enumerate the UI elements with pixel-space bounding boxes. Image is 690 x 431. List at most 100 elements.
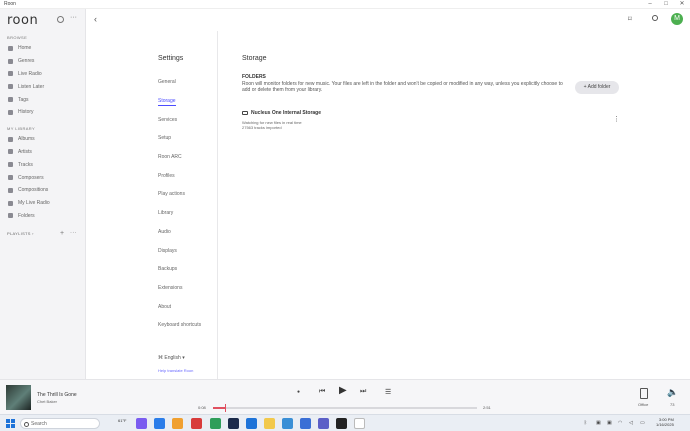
settings-title: Settings [158, 55, 184, 62]
roon-logo[interactable]: roon [7, 13, 38, 28]
kebab-menu-icon[interactable]: ⋮ [613, 115, 620, 123]
roon-app-icon[interactable] [354, 418, 365, 429]
playlists-label: PLAYLISTS › [7, 230, 34, 236]
sidebar-item-compositions[interactable]: Compositions [0, 184, 85, 197]
wifi-icon[interactable]: ◠ [618, 420, 622, 426]
taskbar-search[interactable]: Search [20, 418, 100, 429]
settings-item-general[interactable]: General [158, 79, 176, 85]
avatar[interactable]: M [671, 13, 683, 25]
app-icon[interactable] [154, 418, 165, 429]
app-icon[interactable] [228, 418, 239, 429]
zone-name[interactable]: Office [638, 402, 648, 407]
album-art[interactable] [6, 385, 31, 410]
settings-item-displays[interactable]: Displays [158, 248, 177, 254]
bluetooth-icon[interactable]: ᛒ [584, 420, 587, 426]
app-icon[interactable] [246, 418, 257, 429]
page-title: Storage [242, 55, 267, 62]
settings-item-roon-arc[interactable]: Roon ARC [158, 154, 182, 160]
seek-handle[interactable] [225, 404, 227, 412]
storage-location[interactable]: Nucleus One Internal Storage [242, 110, 321, 116]
sidebar-item-home[interactable]: Home [0, 42, 85, 55]
settings-item-audio[interactable]: Audio [158, 229, 171, 235]
settings-item-keyboard-shortcuts[interactable]: Keyboard shortcuts [158, 322, 201, 328]
battery-icon[interactable]: ▭ [640, 420, 645, 426]
more-icon[interactable]: ··· [70, 230, 77, 236]
library-header: MY LIBRARY [7, 125, 36, 131]
minimize-icon[interactable]: – [642, 0, 658, 9]
track-title[interactable]: The Thrill Is Gone [37, 392, 77, 398]
music-note-icon [8, 162, 13, 168]
speaker-icon[interactable] [640, 388, 648, 399]
sidebar-item-label: Artists [18, 148, 32, 155]
previous-icon[interactable]: ⏮ [319, 388, 325, 396]
tag-icon [8, 97, 13, 103]
sidebar-item-history[interactable]: History [0, 106, 85, 119]
sidebar-item-albums[interactable]: Albums [0, 133, 85, 146]
system-clock[interactable]: 3:00 PM 1/16/2025 [656, 417, 674, 427]
volume-icon[interactable]: ◁ [629, 420, 633, 426]
seek-bar[interactable] [213, 404, 477, 412]
language-select[interactable]: ⌘ English ▾ [158, 355, 185, 361]
gear-icon[interactable] [57, 16, 64, 23]
library-list: Albums Artists Tracks Composers Composit… [0, 133, 85, 223]
app-icon[interactable] [191, 418, 202, 429]
settings-item-play-actions[interactable]: Play actions [158, 191, 185, 197]
app-icon[interactable] [264, 418, 275, 429]
radio-dot-icon[interactable]: ● [297, 389, 300, 395]
app-tray-icon[interactable]: ▣ [607, 420, 612, 426]
sidebar-item-genres[interactable]: Genres [0, 55, 85, 68]
help-translate-link[interactable]: Help translate Roon [158, 368, 193, 373]
play-icon[interactable]: ▶ [339, 385, 347, 396]
queue-icon[interactable]: ☰ [385, 388, 391, 396]
settings-item-profiles[interactable]: Profiles [158, 173, 175, 179]
sidebar-item-composers[interactable]: Composers [0, 171, 85, 184]
sidebar-item-label: Listen Later [18, 83, 45, 90]
app-icon[interactable] [336, 418, 347, 429]
seek-progress [213, 407, 226, 409]
elapsed-time: 0:08 [198, 405, 206, 410]
app-icon[interactable] [282, 418, 293, 429]
close-icon[interactable]: ✕ [674, 0, 690, 9]
app-icon[interactable] [136, 418, 147, 429]
settings-item-extensions[interactable]: Extensions [158, 285, 182, 291]
maximize-icon[interactable]: □ [658, 0, 674, 9]
sidebar-item-label: Home [18, 45, 32, 52]
sidebar-item-tracks[interactable]: Tracks [0, 158, 85, 171]
settings-item-library[interactable]: Library [158, 210, 173, 216]
track-duration: 2:51 [483, 405, 491, 410]
app-icon[interactable] [318, 418, 329, 429]
weather-widget[interactable]: 61°F [118, 418, 127, 423]
app-icon[interactable] [172, 418, 183, 429]
more-icon[interactable]: ··· [70, 14, 77, 21]
app-icon[interactable] [210, 418, 221, 429]
storage-panel: Storage FOLDERS Roon will monitor folder… [242, 55, 622, 130]
volume-icon[interactable]: 🔈 [667, 387, 678, 398]
search-icon[interactable] [652, 15, 658, 21]
settings-item-storage[interactable]: Storage [158, 98, 176, 106]
add-playlist-icon[interactable]: + [60, 230, 64, 237]
app-icon[interactable] [300, 418, 311, 429]
settings-item-services[interactable]: Services [158, 117, 177, 123]
sidebar: roon ··· BROWSE Home Genres Live Radio L… [0, 9, 86, 379]
sidebar-item-my-live-radio[interactable]: My Live Radio [0, 197, 85, 210]
next-icon[interactable]: ⏭ [360, 388, 366, 396]
windows-start-icon[interactable] [6, 419, 15, 428]
settings-item-about[interactable]: About [158, 304, 171, 310]
topbar: ‹ ⌑ M [86, 9, 690, 31]
sidebar-item-live-radio[interactable]: Live Radio [0, 68, 85, 81]
settings-item-setup[interactable]: Setup [158, 135, 171, 141]
add-folder-button[interactable]: + Add folder [575, 81, 619, 94]
track-artist[interactable]: Chet Baker [37, 399, 57, 404]
sidebar-item-folders[interactable]: Folders [0, 210, 85, 223]
sidebar-item-listen-later[interactable]: Listen Later [0, 80, 85, 93]
app-tray-icon[interactable]: ▣ [596, 420, 601, 426]
sidebar-item-artists[interactable]: Artists [0, 146, 85, 159]
settings-item-backups[interactable]: Backups [158, 266, 177, 272]
genres-icon [8, 58, 13, 64]
sidebar-item-label: My Live Radio [18, 200, 50, 207]
sidebar-item-tags[interactable]: Tags [0, 93, 85, 106]
sidebar-item-label: Albums [18, 136, 35, 143]
playlists-header[interactable]: PLAYLISTS › + ··· [0, 226, 85, 240]
back-icon[interactable]: ‹ [94, 14, 97, 24]
bookmark-icon[interactable]: ⌑ [628, 15, 632, 23]
